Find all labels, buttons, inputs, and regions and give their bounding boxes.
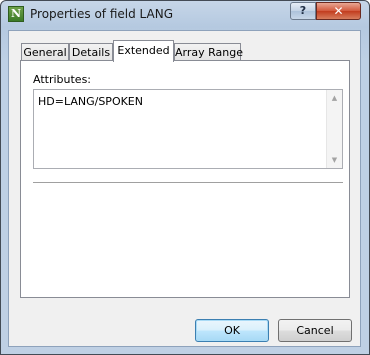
- help-icon: ?: [299, 4, 307, 17]
- close-button[interactable]: ✕: [316, 2, 361, 20]
- close-icon: ✕: [333, 4, 344, 18]
- cancel-button[interactable]: Cancel: [278, 319, 352, 342]
- help-button[interactable]: ?: [290, 2, 316, 20]
- tab-extended[interactable]: Extended: [113, 40, 174, 62]
- scroll-down-arrow-icon[interactable]: ▼: [327, 152, 342, 168]
- separator-line: [33, 182, 343, 184]
- app-logo-icon: N: [8, 6, 24, 22]
- ok-button[interactable]: OK: [195, 319, 269, 342]
- attributes-label: Attributes:: [33, 73, 92, 86]
- window-title: Properties of field LANG: [30, 7, 173, 21]
- attributes-scrollbar[interactable]: ▲ ▼: [326, 90, 342, 168]
- title-bar[interactable]: N Properties of field LANG ? ✕: [1, 1, 369, 29]
- dialog-client-area: General Details Extended Array Range Att…: [8, 30, 361, 347]
- properties-dialog: N Properties of field LANG ? ✕ General D…: [0, 0, 370, 355]
- attributes-textarea[interactable]: HD=LANG/SPOKEN ▲ ▼: [33, 89, 343, 169]
- attributes-value: HD=LANG/SPOKEN: [38, 95, 143, 108]
- scroll-up-arrow-icon[interactable]: ▲: [327, 90, 342, 106]
